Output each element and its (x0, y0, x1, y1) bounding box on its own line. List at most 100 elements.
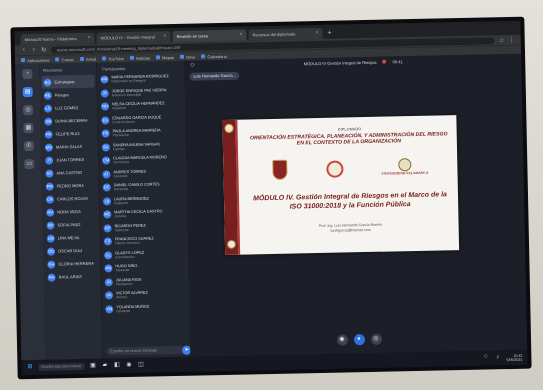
teams-app: ◔ ▤ ◎ ▦ ✆ ▭ Reuniones EG Estrategias RE Rie… (15, 53, 528, 361)
volume-icon[interactable]: ♪ (494, 354, 501, 361)
chat-list-item[interactable]: NV NORA VEGA (44, 205, 97, 219)
tab-label: Reunión en curso (176, 33, 209, 39)
chat-list-item[interactable]: GH GLORIA HERRERA (45, 257, 98, 271)
chat-list-item[interactable]: PM PEDRO MORA (44, 179, 97, 193)
new-tab-button[interactable]: + (324, 28, 334, 39)
avatar: SP (46, 221, 55, 230)
avatar: NV (46, 208, 55, 217)
bell-icon[interactable]: ◔ (22, 68, 33, 80)
participant-text: SANDRA MILENA VARGAS Calidad (113, 142, 160, 151)
avatar: DC (102, 183, 111, 192)
team-icon[interactable]: ◎ (23, 104, 34, 116)
participant-text: JULIANA RIOS Planeación (116, 277, 142, 286)
chat-icon[interactable]: ▤ (22, 86, 33, 98)
participant-role: Asistente (116, 308, 131, 313)
calendar-icon[interactable]: ▦ (23, 122, 34, 134)
close-icon[interactable]: × (240, 30, 243, 41)
participant-role: Planeación (115, 281, 133, 286)
bookmark-icon (79, 56, 84, 61)
avatar: LM (46, 234, 55, 243)
avatar: PM (45, 182, 54, 191)
forward-icon[interactable]: › (31, 47, 37, 53)
presenter-chip[interactable]: Luis Hernando García... (189, 71, 240, 81)
taskbar-search[interactable]: Escribe aquí para buscar (38, 362, 85, 371)
bookmark-item[interactable]: Noticias (129, 55, 150, 60)
chat-list-item[interactable]: LG LUZ GOMEZ (42, 101, 95, 115)
menu-icon[interactable]: ⋮ (509, 36, 515, 43)
chat-list-item[interactable]: AC ANA CASTRO (43, 166, 96, 180)
store-icon[interactable]: ◧ (113, 362, 120, 369)
chat-list-item[interactable]: DB DIANA BECERRA (42, 114, 95, 128)
bookmark-item[interactable]: Calendario (201, 53, 227, 59)
avatar: PB (101, 129, 110, 138)
avatar: AC (45, 169, 54, 178)
mic-icon[interactable]: ◉ (336, 334, 348, 346)
close-icon[interactable]: × (316, 28, 319, 39)
send-icon[interactable]: ➤ (182, 345, 192, 355)
chat-name: Estrategias (54, 79, 75, 85)
chat-name: CARLOS ROJAS (56, 195, 88, 202)
compose-input[interactable]: Escribe un nuevo mensaje (106, 345, 188, 356)
chat-list-item[interactable]: JT JUAN TORRES (43, 153, 96, 167)
participant-text: PAOLA ANDREA BARRERA Planeación (113, 128, 161, 137)
close-icon[interactable]: × (164, 31, 167, 42)
teams-icon[interactable]: ◫ (137, 362, 144, 369)
bookmark-item[interactable]: Mapas (156, 54, 174, 60)
reload-icon[interactable]: ↻ (41, 46, 47, 53)
chat-list-item[interactable]: LM LINA MEJIA (45, 231, 98, 245)
chrome-icon[interactable]: ◉ (125, 362, 132, 369)
chat-list-item[interactable]: MS MARIA SALAS (43, 140, 96, 154)
bookmark-item[interactable]: Aplicaciones (21, 57, 50, 63)
shared-slide: DIPLOMADO ORIENTACIÓN ESTRATÉGICA, PLANE… (222, 115, 460, 255)
chat-list-item[interactable]: OD OSCAR DIAZ (45, 244, 98, 258)
tab-label: Recursos del diplomado (252, 31, 296, 38)
windows-start-icon[interactable]: ⊞ (26, 364, 33, 371)
avatar: DB (44, 117, 53, 126)
participant-text: RICARDO PEREZ Sistemas (115, 223, 146, 232)
bookmark-item[interactable]: Correo (55, 57, 74, 62)
chat-name: RAUL ARIAS (58, 273, 83, 280)
network-icon[interactable]: ⌔ (482, 354, 489, 361)
file-icon[interactable]: ▭ (24, 158, 35, 170)
bookmark-item[interactable]: Gmail (79, 56, 96, 61)
call-icon[interactable]: ✆ (23, 140, 34, 152)
taskbar-spacer (149, 358, 477, 365)
task-view-icon[interactable]: ▣ (89, 363, 96, 370)
camera-icon[interactable]: ● (353, 334, 365, 346)
chat-name: FELIPE RUIZ (55, 130, 80, 137)
participant-role: Planeación (112, 132, 130, 138)
participant-text: YOLANDA MUÑOZ Asistente (116, 304, 149, 313)
chat-list-item[interactable]: FR FELIPE RUIZ (42, 127, 95, 141)
star-icon[interactable]: ☆ (499, 37, 505, 44)
meeting-title: MÓDULO IV Gestión Integral de Riesgos (303, 59, 377, 66)
back-icon[interactable]: ‹ (21, 47, 27, 53)
bookmark-icon (180, 54, 185, 59)
chat-list-item[interactable]: RE Riesgos (42, 88, 95, 102)
participant-role: Asistente (115, 267, 130, 273)
bookmark-item[interactable]: YouTube (102, 56, 124, 61)
participants-list: Participantes MR MARIA FERNANDA RODRIGUEZ… (97, 60, 192, 359)
chat-name: Riesgos (54, 92, 70, 98)
close-icon[interactable]: × (88, 33, 91, 44)
chat-name: ANA CASTRO (56, 169, 83, 176)
avatar: FR (44, 130, 53, 139)
participant-role: Jurídica (114, 214, 127, 219)
share-icon[interactable]: ◎ (370, 333, 382, 345)
chat-list-item[interactable]: CR CARLOS ROJAS (44, 192, 97, 206)
folder-icon[interactable]: ▰ (101, 362, 108, 369)
avatar: LB (102, 196, 112, 206)
screen: Microsoft Teams - Plataforma × MÓDULO IV … (14, 20, 528, 376)
chat-list-item[interactable]: SP SOFIA PAEZ (44, 218, 97, 232)
participant-role: Diplomado en Riesgos (111, 78, 146, 84)
avatar: RA (47, 273, 56, 282)
participant-text: CLAUDIA MARCELA MORENO Secretaría (113, 155, 167, 164)
chat-list-item[interactable]: RA RAUL ARIAS (45, 270, 98, 284)
avatar: CR (45, 195, 55, 204)
avatar: EG (101, 115, 110, 125)
chat-list-item[interactable]: EG Estrategias (41, 74, 95, 89)
avatar: MS (44, 143, 53, 152)
university-seal-icon (398, 158, 412, 172)
participant-item[interactable]: YM YOLANDA MUÑOZ Asistente (105, 302, 186, 317)
taskbar-clock[interactable]: 10:42 5/05/2021 (506, 353, 522, 361)
bookmark-item[interactable]: Drive (180, 54, 196, 59)
